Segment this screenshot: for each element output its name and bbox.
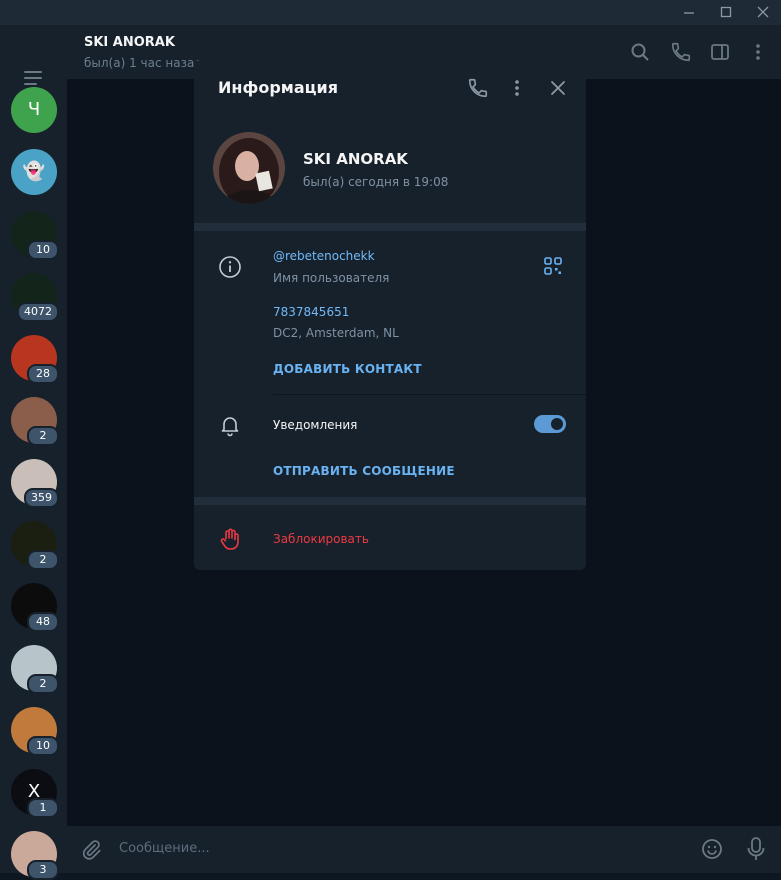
unread-badge: 2 xyxy=(27,674,59,694)
dc-location: DC2, Amsterdam, NL xyxy=(273,326,399,340)
more-vertical-icon[interactable] xyxy=(747,41,769,63)
message-composer: Сообщение... xyxy=(67,826,781,873)
message-input[interactable]: Сообщение... xyxy=(119,841,210,856)
send-message-button[interactable]: ОТПРАВИТЬ СООБЩЕНИЕ xyxy=(273,464,455,478)
maximize-icon[interactable] xyxy=(717,4,735,20)
profile-name: SKI ANORAK xyxy=(303,150,408,168)
unread-badge: 2 xyxy=(27,550,59,570)
block-user-button[interactable]: Заблокировать xyxy=(273,532,369,546)
avatar-initial: Ч xyxy=(27,99,41,120)
username-link[interactable]: @rebetenochekk xyxy=(273,249,375,263)
title-bar xyxy=(0,0,781,25)
chat-avatar[interactable]: 👻 xyxy=(11,149,57,195)
info-icon xyxy=(218,255,242,279)
qr-code-icon[interactable] xyxy=(544,257,562,279)
more-vertical-icon[interactable] xyxy=(506,77,528,99)
attach-icon[interactable] xyxy=(80,838,102,866)
unread-badge: 2 xyxy=(27,426,59,446)
block-hand-icon xyxy=(218,527,242,551)
chat-title: SKI ANORAK xyxy=(84,35,175,50)
unread-badge: 3 xyxy=(27,860,59,880)
search-icon[interactable] xyxy=(629,41,651,63)
section-divider xyxy=(194,223,586,231)
notifications-toggle[interactable] xyxy=(534,415,566,433)
phone-icon[interactable] xyxy=(670,41,692,63)
notifications-label: Уведомления xyxy=(273,418,358,432)
dialog-title: Информация xyxy=(218,78,338,97)
call-icon[interactable] xyxy=(467,77,489,99)
unread-badge: 10 xyxy=(27,240,59,260)
user-info-dialog: Информация SKI ANORAK был(а) сегодня в 1… xyxy=(194,60,586,570)
close-icon[interactable] xyxy=(754,4,772,20)
add-contact-button[interactable]: ДОБАВИТЬ КОНТАКТ xyxy=(273,362,422,376)
section-divider xyxy=(194,497,586,505)
profile-photo[interactable] xyxy=(213,132,285,204)
microphone-icon[interactable] xyxy=(745,836,767,866)
unread-badge: 10 xyxy=(27,736,59,756)
unread-badge: 359 xyxy=(24,488,59,508)
avatar-initial: 👻 xyxy=(22,161,46,182)
unread-badge: 28 xyxy=(27,364,59,384)
unread-badge: 48 xyxy=(27,612,59,632)
telegram-window: Ч 👻 10 4072 28 2 359 2 48 2 10 X 1 3 SKI ANORAK был(а… xyxy=(0,0,781,880)
sidebar-toggle-icon[interactable] xyxy=(709,41,731,63)
unread-badge: 1 xyxy=(27,798,59,818)
user-id-link[interactable]: 7837845651 xyxy=(273,305,349,319)
username-label: Имя пользователя xyxy=(273,271,390,285)
profile-status: был(а) сегодня в 19:08 xyxy=(303,175,449,189)
chat-list-sidebar: Ч 👻 10 4072 28 2 359 2 48 2 10 X 1 3 xyxy=(0,25,67,880)
close-dialog-icon[interactable] xyxy=(547,77,569,99)
bell-icon xyxy=(218,413,242,437)
minimize-icon[interactable] xyxy=(680,4,698,20)
unread-badge: 4072 xyxy=(17,302,59,322)
chat-status: был(а) 1 час назад xyxy=(84,56,203,70)
row-divider xyxy=(273,394,586,395)
chat-avatar[interactable]: Ч xyxy=(11,87,57,133)
emoji-icon[interactable] xyxy=(700,837,724,865)
